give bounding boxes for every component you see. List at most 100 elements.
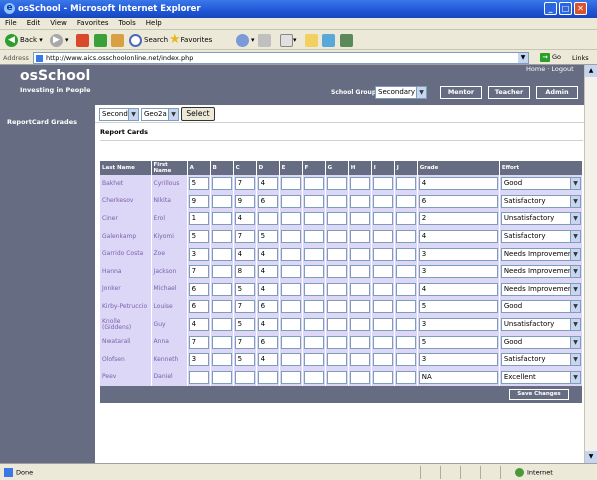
- effort-select[interactable]: Good ▼: [500, 335, 581, 349]
- score-input[interactable]: [326, 318, 347, 332]
- score-input[interactable]: [257, 370, 278, 384]
- score-input[interactable]: [372, 265, 393, 279]
- score-input[interactable]: 4: [257, 265, 278, 279]
- media-button[interactable]: ▾: [236, 32, 255, 48]
- effort-select[interactable]: Needs Improvement ▼: [500, 265, 581, 279]
- score-input[interactable]: [372, 353, 393, 367]
- grade-input[interactable]: 3: [418, 247, 498, 261]
- score-input[interactable]: [211, 335, 232, 349]
- score-input[interactable]: [211, 353, 232, 367]
- minimize-button[interactable]: _: [544, 2, 557, 15]
- score-input[interactable]: 5: [234, 282, 255, 296]
- score-input[interactable]: 7: [188, 335, 209, 349]
- score-input[interactable]: [211, 265, 232, 279]
- score-input[interactable]: [303, 247, 324, 261]
- sidebar-item-reportcard-grades[interactable]: ReportCard Grades: [7, 118, 77, 126]
- score-input[interactable]: [349, 177, 370, 191]
- menu-view[interactable]: View: [45, 18, 72, 27]
- grade-input[interactable]: 4: [418, 230, 498, 244]
- score-input[interactable]: [372, 230, 393, 244]
- score-input[interactable]: [211, 247, 232, 261]
- score-input[interactable]: [211, 230, 232, 244]
- effort-select[interactable]: Satisfactory ▼: [500, 353, 581, 367]
- grade-input[interactable]: 6: [418, 194, 498, 208]
- score-input[interactable]: 4: [257, 318, 278, 332]
- score-input[interactable]: [349, 370, 370, 384]
- score-input[interactable]: [303, 318, 324, 332]
- score-input[interactable]: [395, 265, 416, 279]
- grade-input[interactable]: 4: [418, 177, 498, 191]
- menu-edit[interactable]: Edit: [22, 18, 46, 27]
- tools-button[interactable]: [340, 32, 353, 48]
- score-input[interactable]: [211, 318, 232, 332]
- score-input[interactable]: [372, 212, 393, 226]
- score-input[interactable]: [349, 335, 370, 349]
- score-input[interactable]: [303, 282, 324, 296]
- score-input[interactable]: [280, 370, 301, 384]
- score-input[interactable]: 6: [188, 300, 209, 314]
- score-input[interactable]: [280, 300, 301, 314]
- score-input[interactable]: [395, 370, 416, 384]
- score-input[interactable]: [326, 282, 347, 296]
- vertical-scrollbar[interactable]: ▲ ▼: [584, 65, 597, 463]
- score-input[interactable]: 5: [257, 230, 278, 244]
- grade-input[interactable]: NA: [418, 370, 498, 384]
- score-input[interactable]: [326, 370, 347, 384]
- score-input[interactable]: [395, 247, 416, 261]
- score-input[interactable]: [372, 194, 393, 208]
- go-button[interactable]: → Go: [540, 53, 561, 62]
- score-input[interactable]: [326, 212, 347, 226]
- close-button[interactable]: ✕: [574, 2, 587, 15]
- class-select[interactable]: Geo2a ▼: [141, 108, 179, 121]
- menu-help[interactable]: Help: [141, 18, 167, 27]
- score-input[interactable]: [280, 177, 301, 191]
- score-input[interactable]: [395, 335, 416, 349]
- score-input[interactable]: [372, 247, 393, 261]
- effort-select[interactable]: Unsatisfactory ▼: [500, 212, 581, 226]
- admin-button[interactable]: Admin: [536, 86, 578, 99]
- score-input[interactable]: [395, 177, 416, 191]
- score-input[interactable]: [211, 212, 232, 226]
- score-input[interactable]: [280, 247, 301, 261]
- score-input[interactable]: [372, 282, 393, 296]
- teacher-button[interactable]: Teacher: [488, 86, 530, 99]
- effort-select[interactable]: Unsatisfactory ▼: [500, 318, 581, 332]
- back-button[interactable]: ◀ Back ▾: [5, 32, 43, 48]
- score-input[interactable]: 6: [257, 300, 278, 314]
- site-logo[interactable]: osSchool: [20, 68, 90, 84]
- score-input[interactable]: 7: [234, 335, 255, 349]
- score-input[interactable]: 6: [188, 282, 209, 296]
- home-logout-links[interactable]: Home · Logout: [526, 65, 574, 73]
- grade-level-select[interactable]: Second ▼: [99, 108, 139, 121]
- messenger-button[interactable]: [322, 32, 335, 48]
- score-input[interactable]: [372, 177, 393, 191]
- score-input[interactable]: [349, 282, 370, 296]
- score-input[interactable]: [326, 177, 347, 191]
- print-button[interactable]: [258, 32, 271, 48]
- score-input[interactable]: [349, 247, 370, 261]
- score-input[interactable]: 4: [257, 177, 278, 191]
- score-input[interactable]: [326, 335, 347, 349]
- score-input[interactable]: [326, 265, 347, 279]
- score-input[interactable]: 4: [188, 318, 209, 332]
- score-input[interactable]: [303, 194, 324, 208]
- score-input[interactable]: 4: [234, 247, 255, 261]
- score-input[interactable]: 6: [257, 335, 278, 349]
- score-input[interactable]: [326, 300, 347, 314]
- score-input[interactable]: [349, 265, 370, 279]
- score-input[interactable]: [326, 247, 347, 261]
- score-input[interactable]: [303, 177, 324, 191]
- score-input[interactable]: [280, 318, 301, 332]
- score-input[interactable]: [372, 370, 393, 384]
- score-input[interactable]: 9: [234, 194, 255, 208]
- score-input[interactable]: 6: [257, 194, 278, 208]
- score-input[interactable]: 8: [234, 265, 255, 279]
- score-input[interactable]: [303, 265, 324, 279]
- effort-select[interactable]: Good ▼: [500, 177, 581, 191]
- score-input[interactable]: [395, 300, 416, 314]
- score-input[interactable]: [280, 282, 301, 296]
- scroll-up-icon[interactable]: ▲: [585, 65, 597, 77]
- score-input[interactable]: [326, 353, 347, 367]
- score-input[interactable]: 9: [188, 194, 209, 208]
- score-input[interactable]: [280, 353, 301, 367]
